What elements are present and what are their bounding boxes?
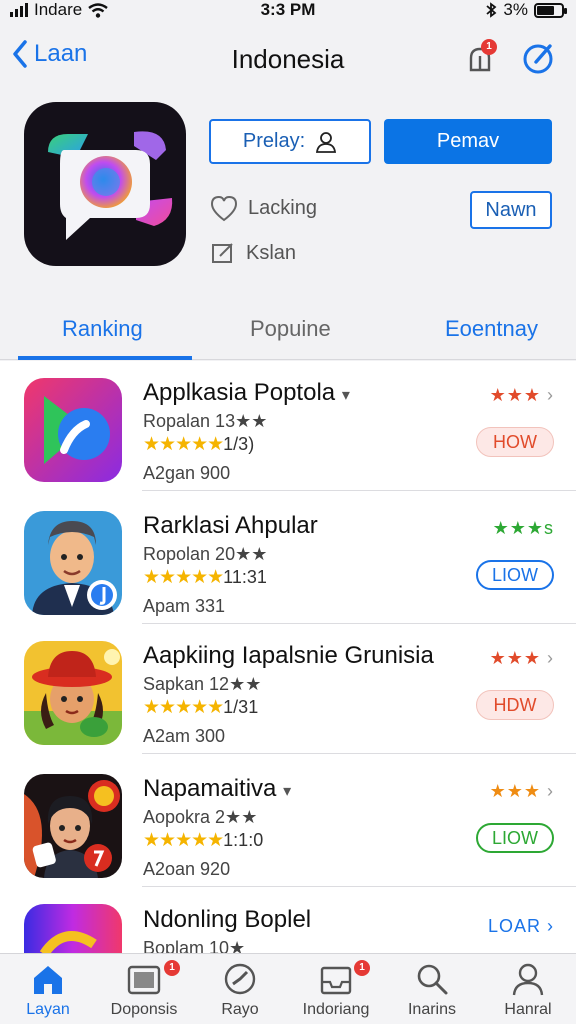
- camera-app-logo-icon: [48, 131, 173, 240]
- tab-eoentnay[interactable]: Eoentnay: [445, 316, 538, 342]
- app-meta: A2am 300: [143, 726, 226, 746]
- man-avatar-icon: [24, 511, 122, 615]
- list-item[interactable]: Aapkiing Iapalsnie Grunisia Sapkan 12★★ …: [0, 624, 576, 754]
- compose-icon: [523, 44, 553, 74]
- meta-row-kslan: Kslan: [210, 240, 296, 266]
- tab-ranking[interactable]: Ranking: [62, 316, 143, 342]
- play-logo-icon: [24, 378, 122, 482]
- app-stars: ★★★★★1/31: [143, 697, 259, 718]
- tab-bar-item-indoriang[interactable]: 1 Indoriang: [288, 954, 384, 1024]
- app-icon-dark: [24, 774, 122, 878]
- list-item[interactable]: Applkasia Poptola ▾ Ropalan 13★★ ★★★★★1/…: [0, 361, 576, 491]
- tab-bar-badge: 1: [164, 960, 180, 976]
- app-icon-gradient: [24, 904, 122, 953]
- meta-lacking-label: Lacking: [248, 196, 317, 219]
- app-meta: Apam 331: [143, 596, 226, 616]
- app-rating: ★★★ ›: [489, 648, 554, 668]
- app-title: Ndonling Boplel: [143, 906, 312, 933]
- app-meta: A2gan 900: [143, 463, 231, 483]
- list-item[interactable]: Napamaitiva ▾ Aopokra 2★★ ★★★★★1:1:0 A2o…: [0, 757, 576, 887]
- tab-bar-label: Rayo: [221, 1001, 259, 1018]
- divider: [142, 753, 576, 754]
- divider: [142, 886, 576, 887]
- app-subtitle: Sapkan 12★★: [143, 674, 262, 694]
- app-icon-play: [24, 378, 122, 482]
- gradient-logo-icon: [24, 904, 122, 953]
- divider: [142, 490, 576, 491]
- app-title: Aapkiing Iapalsnie Grunisia: [143, 642, 434, 669]
- list-item[interactable]: Rarklasi Ahpular Ropolan 20★★ ★★★★★11:31…: [0, 494, 576, 624]
- tab-bar-label: Hanral: [504, 1001, 552, 1018]
- app-action-button[interactable]: LIOW: [476, 823, 554, 853]
- girl-hat-icon: [24, 641, 122, 745]
- app-subtitle: Ropalan 13★★: [143, 411, 268, 431]
- tab-bar-item-layan[interactable]: Layan: [0, 954, 96, 1024]
- app-stars: ★★★★★1/3): [143, 434, 255, 455]
- list-item[interactable]: Ndonling Boplel Boplam 10★ LOAR ›: [0, 890, 576, 953]
- battery-percent: 3%: [503, 0, 528, 19]
- app-stars: ★★★★★1:1:0: [143, 830, 264, 851]
- app-subtitle: Ropolan 20★★: [143, 544, 268, 564]
- inbox-icon: [320, 966, 352, 995]
- compass-icon: [224, 963, 256, 995]
- navigation-bar: Laan Indonesia 1: [0, 30, 576, 86]
- status-right: 3%: [485, 0, 567, 20]
- app-action-button[interactable]: LIOW: [476, 560, 554, 590]
- app-rating: ★★★ ›: [489, 781, 554, 801]
- home-icon: [34, 966, 62, 994]
- tab-bar-label: Doponsis: [110, 1001, 178, 1018]
- bottom-tab-bar: Layan 1 Doponsis Rayo 1 Indoriang Inarin…: [0, 953, 576, 1024]
- prelay-label: Prelay:: [242, 130, 306, 152]
- app-store-screen: Indare 3:3 PM 3% Laan Indonesia 1 Prelay…: [0, 0, 576, 1024]
- app-rating: ★★★ ›: [489, 385, 554, 405]
- app-stars: ★★★★★11:31: [143, 567, 267, 588]
- bluetooth-icon: [486, 2, 497, 18]
- app-title: Rarklasi Ahpular: [143, 512, 318, 539]
- featured-app-icon[interactable]: [24, 102, 186, 266]
- pemav-button[interactable]: Pemav: [384, 119, 552, 164]
- segment-tabs: Ranking Popuine Eoentnay: [0, 300, 576, 360]
- tab-bar-badge: 1: [354, 960, 370, 976]
- person-icon: [316, 131, 337, 153]
- app-rating: ★★★s: [492, 518, 554, 538]
- nawn-button[interactable]: Nawn: [470, 191, 552, 229]
- app-subtitle: Boplam 10★: [143, 938, 246, 953]
- status-bar: Indare 3:3 PM 3%: [0, 0, 576, 24]
- app-meta: A2oan 920: [143, 859, 231, 879]
- app-load-link[interactable]: LOAR ›: [488, 916, 554, 937]
- app-icon-avatar: [24, 511, 122, 615]
- tab-bar-label: Indoriang: [302, 1001, 370, 1018]
- heart-icon: [210, 195, 238, 222]
- prelay-button[interactable]: Prelay:: [209, 119, 371, 164]
- app-action-button[interactable]: HDW: [476, 690, 554, 720]
- edit-button[interactable]: [522, 40, 556, 76]
- tab-bar-label: Layan: [26, 1001, 70, 1018]
- tab-bar-item-rayo[interactable]: Rayo: [192, 954, 288, 1024]
- edit-square-icon: [212, 243, 233, 263]
- woman-dark-icon: [24, 774, 122, 878]
- tab-bar-item-doponsis[interactable]: 1 Doponsis: [96, 954, 192, 1024]
- meta-kslan-label: Kslan: [246, 241, 297, 264]
- battery-icon: [534, 2, 567, 18]
- person-icon: [512, 963, 544, 996]
- meta-row-lacking: Lacking: [210, 194, 317, 222]
- photo-icon: [127, 965, 161, 995]
- app-subtitle: Aopokra 2★★: [143, 807, 258, 827]
- app-ranking-list: Applkasia Poptola ▾ Ropalan 13★★ ★★★★★1/…: [0, 361, 576, 953]
- notification-button[interactable]: 1: [465, 39, 499, 76]
- tab-bar-item-hanral[interactable]: Hanral: [480, 954, 576, 1024]
- tab-bar-item-inarins[interactable]: Inarins: [384, 954, 480, 1024]
- app-icon-girl: [24, 641, 122, 745]
- app-action-button[interactable]: HOW: [476, 427, 554, 457]
- search-icon: [417, 964, 448, 995]
- tab-active-indicator: [18, 356, 192, 360]
- notification-badge: 1: [481, 39, 497, 55]
- tab-popuine[interactable]: Popuine: [250, 316, 331, 342]
- app-title: Applkasia Poptola ▾: [143, 379, 350, 406]
- tab-bar-label: Inarins: [407, 1001, 457, 1018]
- app-title: Napamaitiva ▾: [143, 775, 292, 802]
